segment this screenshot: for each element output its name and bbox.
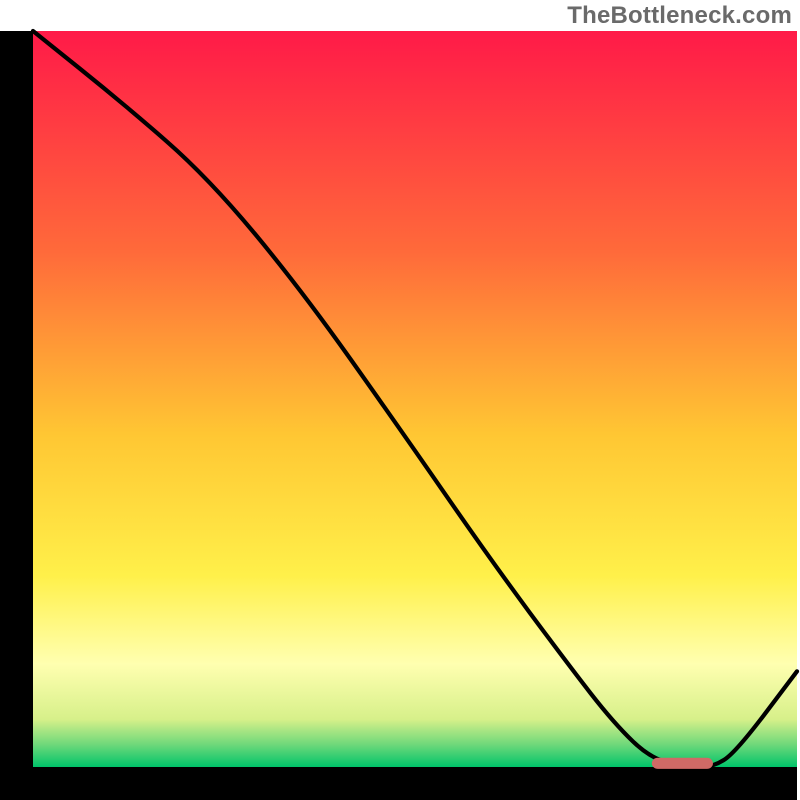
plot-background — [33, 31, 797, 767]
chart-root: TheBottleneck.com — [0, 0, 800, 800]
marker-bar — [652, 758, 713, 769]
chart-svg — [0, 0, 800, 800]
watermark-text: TheBottleneck.com — [567, 2, 792, 30]
